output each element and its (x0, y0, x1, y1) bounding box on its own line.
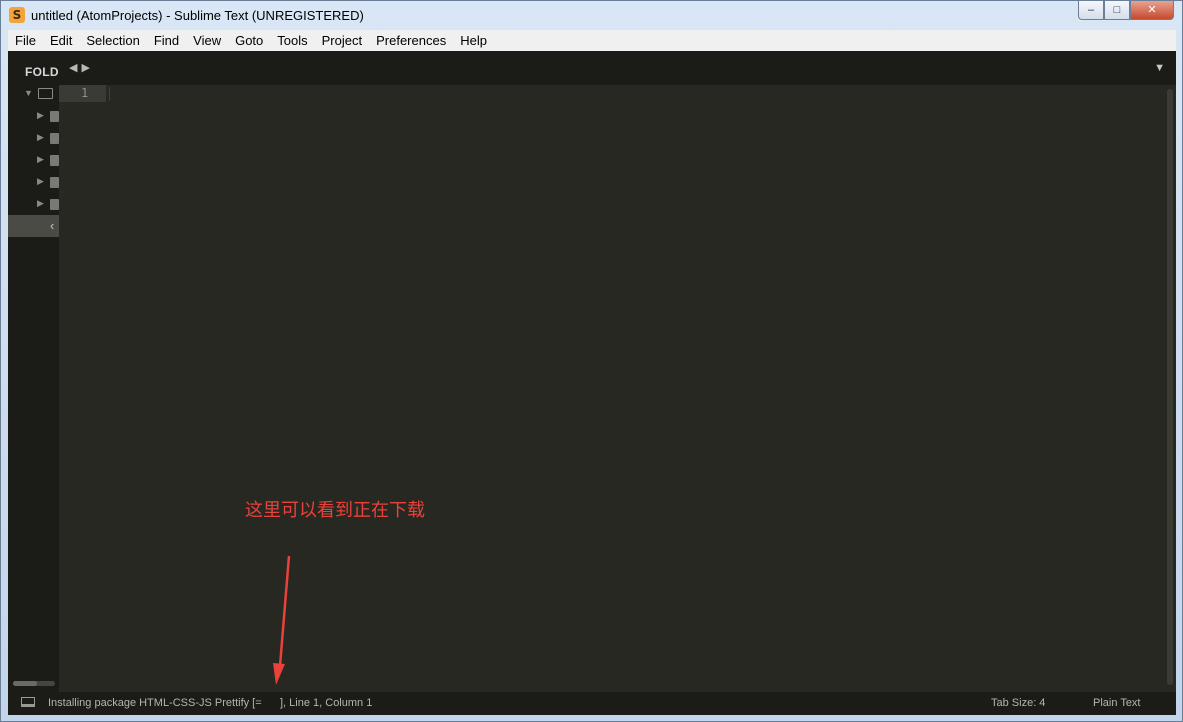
menu-selection[interactable]: Selection (79, 33, 146, 48)
tab-bar: ◀▶ ▼ (59, 51, 1176, 85)
menu-preferences[interactable]: Preferences (369, 33, 453, 48)
window-controls: – □ ✕ (1078, 1, 1174, 20)
editor-vertical-scrollbar[interactable] (1167, 89, 1173, 685)
expand-right-icon[interactable]: ▶ (37, 154, 44, 165)
text-cursor (109, 87, 110, 101)
scrollbar-thumb[interactable] (13, 681, 37, 686)
syntax-indicator[interactable]: Plain Text (1093, 697, 1141, 709)
app-window: S untitled (AtomProjects) - Sublime Text… (0, 0, 1183, 722)
expand-right-icon[interactable]: ▶ (37, 198, 44, 209)
line-number-gutter: 1 (59, 85, 106, 102)
folder-icon (50, 133, 59, 144)
tree-root-folder[interactable]: ▼ (8, 83, 59, 105)
maximize-button[interactable]: □ (1104, 1, 1130, 20)
tree-folder-item[interactable]: ▶ (8, 171, 59, 193)
tree-folder-item[interactable]: ▶ (8, 193, 59, 215)
window-title: untitled (AtomProjects) - Sublime Text (… (31, 8, 364, 23)
sidebar-horizontal-scrollbar[interactable] (13, 681, 55, 686)
sublime-logo-icon: S (9, 7, 25, 23)
menu-find[interactable]: Find (147, 33, 186, 48)
close-button[interactable]: ✕ (1130, 1, 1174, 20)
tab-list-dropdown-icon[interactable]: ▼ (1154, 62, 1165, 74)
panel-toggle-icon[interactable] (21, 697, 35, 707)
sidebar-header: FOLD (25, 65, 59, 79)
editor-client-area: FOLD ▼ ▶ ▶ ▶ ▶ ▶ ‹ ◀▶ ▼ 1 这里可以看到正在下载 Ins… (8, 51, 1176, 715)
title-bar: S untitled (AtomProjects) - Sublime Text… (1, 1, 1182, 30)
status-bar: Installing package HTML-CSS-JS Prettify … (8, 692, 1176, 715)
minimize-button[interactable]: – (1078, 1, 1104, 20)
menu-project[interactable]: Project (315, 33, 369, 48)
tab-nav-arrows-icon[interactable]: ◀▶ (69, 61, 94, 74)
tab-size-indicator[interactable]: Tab Size: 4 (991, 697, 1045, 709)
tree-selected-row[interactable]: ‹ (8, 215, 59, 237)
menu-help[interactable]: Help (453, 33, 494, 48)
folder-open-icon (38, 88, 53, 99)
expand-right-icon[interactable]: ▶ (37, 176, 44, 187)
sidebar: FOLD ▼ ▶ ▶ ▶ ▶ ▶ ‹ (8, 51, 59, 692)
expand-right-icon[interactable]: ▶ (37, 132, 44, 143)
menu-tools[interactable]: Tools (270, 33, 314, 48)
menu-goto[interactable]: Goto (228, 33, 270, 48)
annotation-label: 这里可以看到正在下载 (245, 500, 425, 521)
tree-folder-item[interactable]: ▶ (8, 149, 59, 171)
folder-icon (50, 177, 59, 188)
menu-file[interactable]: File (8, 33, 43, 48)
expand-down-icon[interactable]: ▼ (24, 88, 33, 98)
status-message: Installing package HTML-CSS-JS Prettify … (48, 697, 373, 709)
folder-icon (50, 155, 59, 166)
folder-icon (50, 199, 59, 210)
line-number: 1 (81, 86, 89, 100)
tree-folder-item[interactable]: ▶ (8, 127, 59, 149)
menu-edit[interactable]: Edit (43, 33, 79, 48)
collapse-sidebar-icon[interactable]: ‹ (50, 218, 54, 233)
folder-icon (50, 111, 59, 122)
text-editor[interactable]: 1 (59, 85, 1176, 692)
tree-folder-item[interactable]: ▶ (8, 105, 59, 127)
expand-right-icon[interactable]: ▶ (37, 110, 44, 121)
menu-bar: File Edit Selection Find View Goto Tools… (8, 30, 1176, 52)
menu-view[interactable]: View (186, 33, 228, 48)
